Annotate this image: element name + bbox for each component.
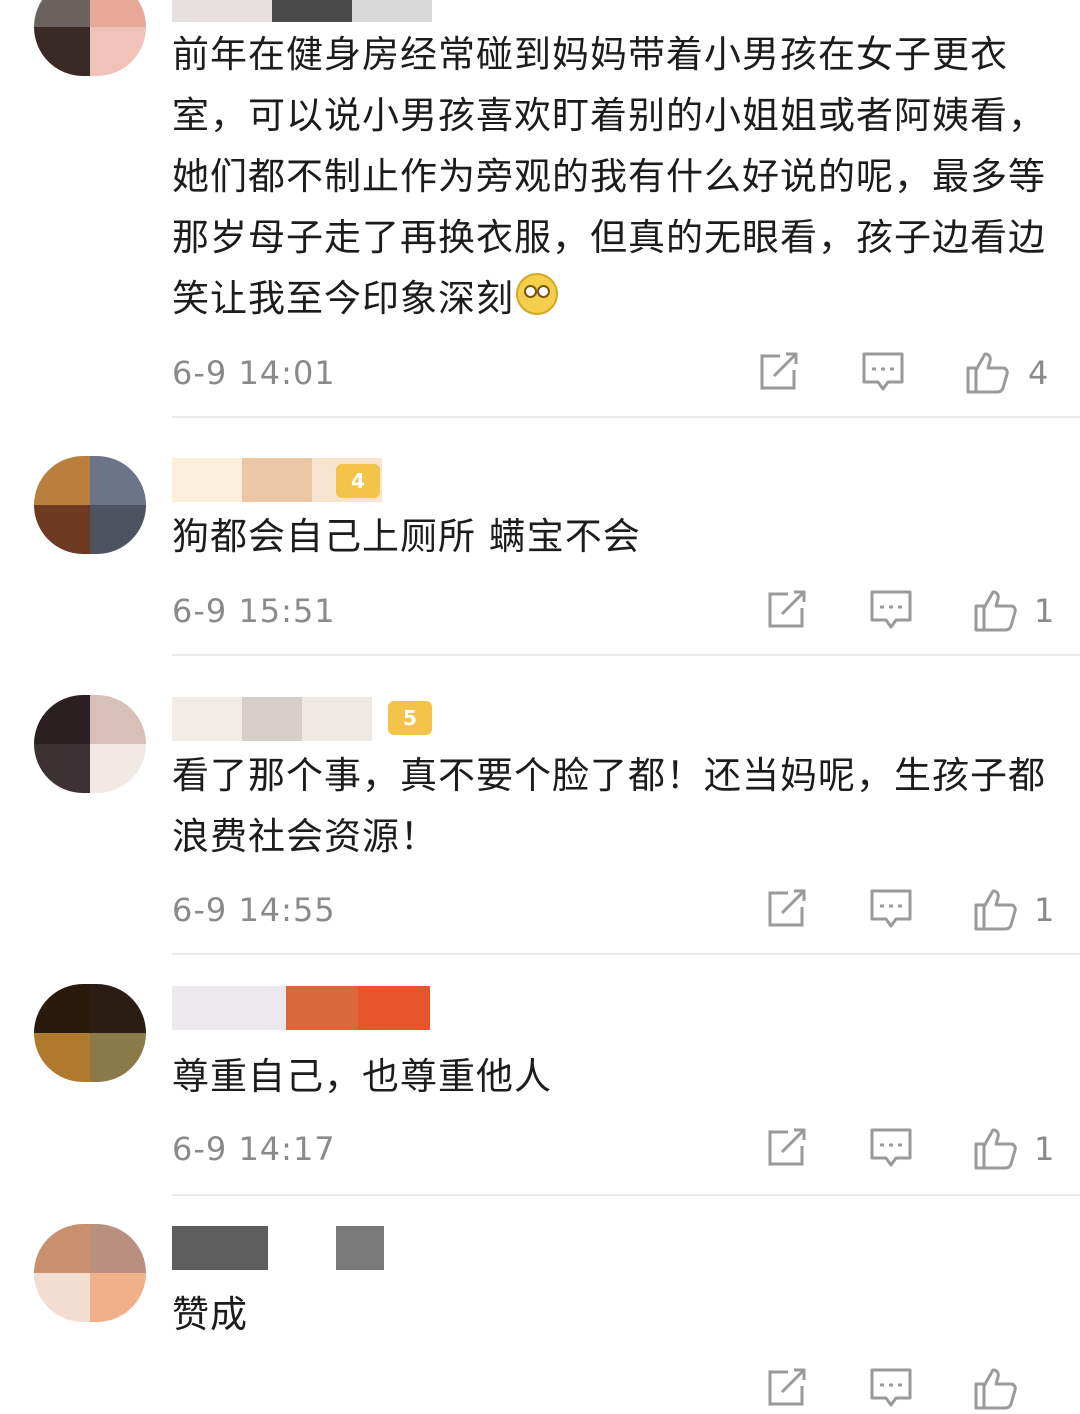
comment-icon[interactable]	[860, 350, 906, 394]
avatar-tile	[34, 456, 90, 505]
avatar-tile	[90, 1224, 146, 1273]
avatar-tile	[90, 744, 146, 793]
share-icon[interactable]	[764, 1126, 810, 1170]
divider	[172, 1194, 1080, 1196]
comment-text: 前年在健身房经常碰到妈妈带着小男孩在女子更衣室，可以说小男孩喜欢盯着别的小姐姐或…	[172, 24, 1052, 329]
username-blur-block	[172, 1226, 268, 1270]
comment-icon[interactable]	[868, 887, 914, 931]
username-blur-block	[286, 986, 358, 1030]
avatar[interactable]	[34, 984, 146, 1082]
avatar-tile	[90, 505, 146, 554]
username-blurred[interactable]	[172, 986, 430, 1030]
username-blur-block	[336, 1226, 384, 1270]
avatar[interactable]	[34, 456, 146, 554]
username-blur-block	[302, 697, 372, 741]
like-count: 1	[1034, 891, 1055, 929]
share-icon[interactable]	[764, 887, 810, 931]
thumbs-up-icon[interactable]	[972, 887, 1018, 931]
username-blur-block	[172, 697, 242, 741]
comment-icon[interactable]	[868, 1366, 914, 1410]
thumbs-up-icon[interactable]	[964, 350, 1010, 394]
comment-item: 前年在健身房经常碰到妈妈带着小男孩在女子更衣室，可以说小男孩喜欢盯着别的小姐姐或…	[0, 0, 1080, 418]
avatar-tile	[34, 0, 90, 27]
avatar-tile	[34, 27, 90, 76]
avatar-tile	[90, 0, 146, 27]
avatar-tile	[34, 744, 90, 793]
comment-meta: 6-9 14:01 4	[172, 348, 1052, 398]
username-blur-block	[268, 1226, 336, 1270]
username-blur-block	[172, 986, 286, 1030]
like-count: 1	[1034, 1130, 1055, 1168]
comment-text: 赞成	[172, 1293, 248, 1336]
comment-time: 6-9 14:17	[172, 1130, 336, 1168]
avatar-tile	[34, 1224, 90, 1273]
avatar-tile	[34, 1033, 90, 1082]
divider	[172, 416, 1080, 418]
avatar[interactable]	[34, 1224, 146, 1322]
comment-meta: 6-9 15:51 1	[172, 586, 1055, 636]
comment-meta: 6-9 14:17 1	[172, 1124, 1055, 1174]
comment-icon[interactable]	[868, 588, 914, 632]
comment-text: 看了那个事，真不要个脸了都！还当妈呢，生孩子都浪费社会资源！	[172, 754, 1046, 858]
like-count: 4	[1028, 354, 1049, 392]
username-blurred[interactable]	[172, 697, 372, 741]
username-blurred[interactable]	[172, 1226, 384, 1270]
comment-item: 赞成	[0, 1224, 1080, 1410]
username-blur-block	[242, 458, 312, 502]
avatar-tile	[34, 984, 90, 1033]
username-blur-block	[172, 458, 242, 502]
username-blur-block	[172, 0, 272, 22]
avatar-tile	[34, 695, 90, 744]
avatar-tile	[90, 1033, 146, 1082]
avatar-tile	[90, 456, 146, 505]
comment-text: 狗都会自己上厕所 螨宝不会	[172, 515, 641, 558]
divider	[172, 953, 1080, 955]
avatar[interactable]	[34, 0, 146, 76]
avatar-tile	[34, 505, 90, 554]
username-blurred[interactable]	[172, 0, 432, 22]
comment-item: 5 看了那个事，真不要个脸了都！还当妈呢，生孩子都浪费社会资源！ 6-9 14:…	[0, 695, 1080, 955]
avatar-tile	[90, 695, 146, 744]
comment-feed: 前年在健身房经常碰到妈妈带着小男孩在女子更衣室，可以说小男孩喜欢盯着别的小姐姐或…	[0, 0, 1080, 1410]
avatar-tile	[90, 27, 146, 76]
avatar[interactable]	[34, 695, 146, 793]
comment-meta	[172, 1364, 1052, 1414]
level-badge: 5	[388, 701, 432, 735]
share-icon[interactable]	[756, 350, 802, 394]
comment-text: 尊重自己，也尊重他人	[172, 1055, 552, 1098]
avatar-tile	[90, 1273, 146, 1322]
thumbs-up-icon[interactable]	[972, 1126, 1018, 1170]
level-badge: 4	[336, 464, 380, 498]
thumbs-up-icon[interactable]	[972, 588, 1018, 632]
share-icon[interactable]	[764, 1366, 810, 1410]
avatar-tile	[34, 1273, 90, 1322]
like-count: 1	[1034, 592, 1055, 630]
share-icon[interactable]	[764, 588, 810, 632]
username-blur-block	[358, 986, 430, 1030]
username-blur-block	[272, 0, 352, 22]
thumbs-up-icon[interactable]	[972, 1366, 1018, 1410]
comment-time: 6-9 14:55	[172, 891, 336, 929]
comment-time: 6-9 15:51	[172, 592, 336, 630]
username-blur-block	[242, 697, 302, 741]
comment-item: 尊重自己，也尊重他人 6-9 14:17 1	[0, 984, 1080, 1196]
comment-text-content: 前年在健身房经常碰到妈妈带着小男孩在女子更衣室，可以说小男孩喜欢盯着别的小姐姐或…	[172, 33, 1046, 320]
comment-item: 4 狗都会自己上厕所 螨宝不会 6-9 15:51 1	[0, 456, 1080, 656]
avatar-tile	[90, 984, 146, 1033]
comment-meta: 6-9 14:55 1	[172, 885, 1055, 935]
comment-time: 6-9 14:01	[172, 354, 336, 392]
divider	[172, 654, 1080, 656]
sweat-smile-emoji	[516, 273, 558, 315]
username-blur-block	[352, 0, 432, 22]
comment-icon[interactable]	[868, 1126, 914, 1170]
